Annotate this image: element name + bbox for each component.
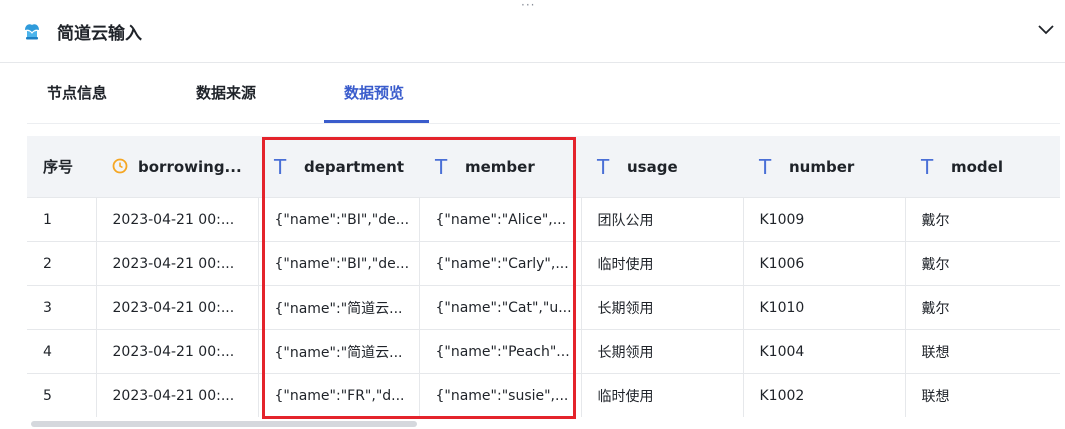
cell-department: {"name":"简道云... bbox=[258, 285, 420, 330]
cell-model: 戴尔 bbox=[905, 285, 1060, 330]
text-type-icon: T bbox=[274, 154, 287, 179]
cell-index: 2 bbox=[27, 241, 97, 286]
tab-data-source[interactable]: 数据来源 bbox=[196, 82, 256, 103]
tab-node-info[interactable]: 节点信息 bbox=[47, 82, 107, 103]
table-row: 1 2023-04-21 00:... {"name":"BI","de... … bbox=[27, 197, 1060, 242]
chevron-down-icon[interactable] bbox=[1037, 22, 1055, 36]
panel-header: 简道云输入 bbox=[0, 0, 1065, 63]
table-row: 4 2023-04-21 00:... {"name":"简道云... {"na… bbox=[27, 329, 1060, 374]
cell-model: 戴尔 bbox=[905, 197, 1060, 242]
column-header-borrowing[interactable]: borrowing... bbox=[96, 136, 258, 198]
active-tab-indicator bbox=[324, 120, 429, 123]
cell-member: {"name":"Peach"... bbox=[419, 329, 582, 374]
text-type-icon: T bbox=[921, 154, 934, 179]
cell-usage: 临时使用 bbox=[581, 373, 744, 417]
column-label: usage bbox=[627, 157, 678, 176]
table-row: 2 2023-04-21 00:... {"name":"BI","de... … bbox=[27, 241, 1060, 286]
tab-data-preview[interactable]: 数据预览 bbox=[344, 82, 404, 103]
cell-number: K1002 bbox=[743, 373, 906, 417]
cell-member: {"name":"Alice",... bbox=[419, 197, 582, 242]
cell-model: 联想 bbox=[905, 373, 1060, 417]
cell-borrowing: 2023-04-21 00:... bbox=[96, 241, 259, 286]
column-header-member[interactable]: Tmember bbox=[419, 136, 581, 198]
cell-model: 戴尔 bbox=[905, 241, 1060, 286]
text-type-icon: T bbox=[435, 154, 448, 179]
cell-usage: 长期领用 bbox=[581, 285, 744, 330]
column-header-index[interactable]: 序号 bbox=[27, 136, 96, 198]
cell-index: 5 bbox=[27, 373, 97, 417]
cell-index: 1 bbox=[27, 197, 97, 242]
horizontal-scrollbar[interactable] bbox=[31, 421, 417, 427]
column-label: number bbox=[789, 157, 855, 176]
panel-title: 简道云输入 bbox=[57, 24, 142, 44]
table-header-row: 序号 borrowing... Tdepartment Tmember Tusa… bbox=[27, 136, 1060, 198]
cell-department: {"name":"BI","de... bbox=[258, 241, 420, 286]
cell-usage: 团队公用 bbox=[581, 197, 744, 242]
cell-number: K1006 bbox=[743, 241, 906, 286]
cell-member: {"name":"susie",... bbox=[419, 373, 582, 417]
data-preview-table: 序号 borrowing... Tdepartment Tmember Tusa… bbox=[27, 136, 1060, 417]
column-header-usage[interactable]: Tusage bbox=[581, 136, 743, 198]
cell-usage: 长期领用 bbox=[581, 329, 744, 374]
jiandaoyun-logo-icon bbox=[25, 24, 39, 40]
cell-department: {"name":"BI","de... bbox=[258, 197, 420, 242]
tab-bar: 节点信息 数据来源 数据预览 bbox=[27, 63, 1060, 124]
cell-number: K1004 bbox=[743, 329, 906, 374]
column-header-model[interactable]: Tmodel bbox=[905, 136, 1060, 198]
cell-index: 4 bbox=[27, 329, 97, 374]
column-header-department[interactable]: Tdepartment bbox=[258, 136, 419, 198]
cell-member: {"name":"Cat","u... bbox=[419, 285, 582, 330]
column-label: 序号 bbox=[43, 158, 74, 176]
clock-icon bbox=[112, 158, 128, 173]
cell-number: K1009 bbox=[743, 197, 906, 242]
column-label: borrowing... bbox=[138, 157, 242, 176]
cell-model: 联想 bbox=[905, 329, 1060, 374]
cell-borrowing: 2023-04-21 00:... bbox=[96, 285, 259, 330]
table-row: 3 2023-04-21 00:... {"name":"简道云... {"na… bbox=[27, 285, 1060, 330]
cell-department: {"name":"FR","d... bbox=[258, 373, 420, 417]
column-label: department bbox=[304, 157, 404, 176]
cell-borrowing: 2023-04-21 00:... bbox=[96, 329, 259, 374]
text-type-icon: T bbox=[597, 154, 610, 179]
table-row: 5 2023-04-21 00:... {"name":"FR","d... {… bbox=[27, 373, 1060, 417]
cell-member: {"name":"Carly",... bbox=[419, 241, 582, 286]
cell-borrowing: 2023-04-21 00:... bbox=[96, 373, 259, 417]
cell-number: K1010 bbox=[743, 285, 906, 330]
cell-borrowing: 2023-04-21 00:... bbox=[96, 197, 259, 242]
cell-department: {"name":"简道云... bbox=[258, 329, 420, 374]
column-header-number[interactable]: Tnumber bbox=[743, 136, 905, 198]
cell-usage: 临时使用 bbox=[581, 241, 744, 286]
cell-index: 3 bbox=[27, 285, 97, 330]
column-label: model bbox=[951, 157, 1003, 176]
text-type-icon: T bbox=[759, 154, 772, 179]
column-label: member bbox=[465, 157, 535, 176]
